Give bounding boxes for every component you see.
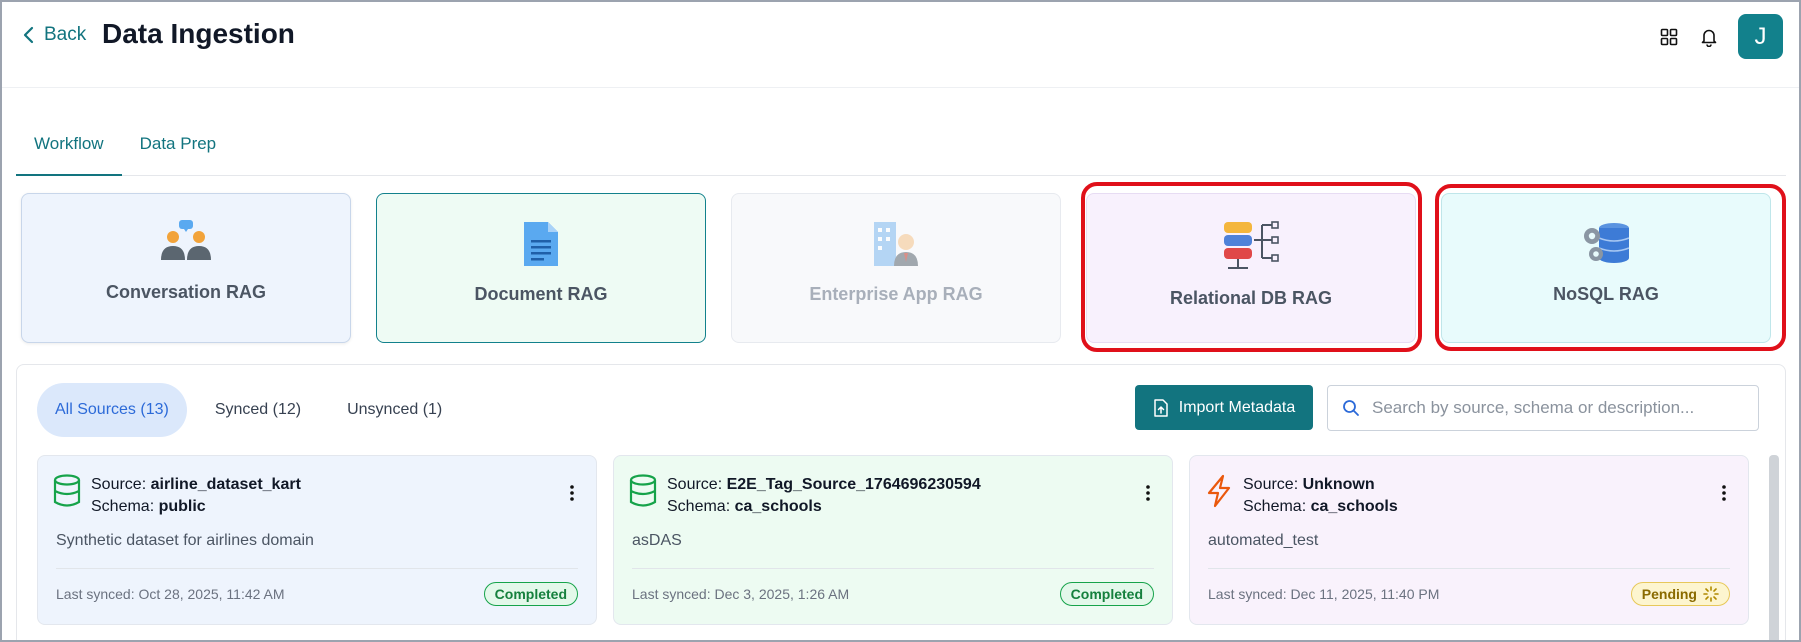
tab-bar: Workflow Data Prep [16,124,1786,176]
database-icon [53,474,81,507]
database-icon [629,474,657,507]
source-card[interactable]: Source: airline_dataset_kart Schema: pub… [37,455,597,625]
document-rag-label: Document RAG [474,284,608,304]
source-description: asDAS [632,532,682,549]
relational-db-rag-card[interactable]: Relational DB RAG [1086,193,1416,343]
filter-unsynced[interactable]: Unsynced (1) [329,383,460,437]
source-name: E2E_Tag_Source_1764696230594 [726,476,981,493]
source-meta: Source: E2E_Tag_Source_1764696230594 Sch… [667,474,981,518]
schema-name: ca_schools [1310,498,1398,515]
card-divider [632,568,1154,569]
filter-all-sources[interactable]: All Sources (13) [37,383,187,437]
card-divider [56,568,578,569]
nosql-rag-label: NoSQL RAG [1553,284,1659,304]
more-options-icon[interactable] [568,484,576,502]
chevron-left-icon [23,26,34,44]
source-name: airline_dataset_kart [150,476,301,493]
file-import-icon [1154,398,1168,417]
back-button[interactable]: Back [22,24,86,46]
schema-name: ca_schools [734,498,822,515]
source-meta: Source: Unknown Schema: ca_schools [1243,474,1398,518]
rag-type-cards: Conversation RAG Document RAG Enterprise… [21,193,1771,343]
search-input[interactable] [1372,398,1752,418]
enterprise-user-icon [874,222,918,266]
schema-prefix: Schema: [1243,498,1311,515]
source-description: Synthetic dataset for airlines domain [56,532,314,549]
people-chat-icon [161,220,211,260]
nosql-db-gear-icon [1584,223,1630,263]
conversation-rag-card[interactable]: Conversation RAG [21,193,351,343]
document-icon [524,222,558,266]
sources-panel: All Sources (13) Synced (12) Unsynced (1… [16,364,1786,642]
apps-grid-icon[interactable] [1658,26,1680,48]
source-card[interactable]: Source: E2E_Tag_Source_1764696230594 Sch… [613,455,1173,625]
schema-prefix: Schema: [91,498,159,515]
search-icon [1343,400,1359,416]
nosql-rag-card[interactable]: NoSQL RAG [1441,193,1771,343]
source-card[interactable]: Source: Unknown Schema: ca_schools autom… [1189,455,1749,625]
document-rag-card[interactable]: Document RAG [376,193,706,343]
more-options-icon[interactable] [1720,484,1728,502]
relational-db-rag-label: Relational DB RAG [1169,288,1333,308]
source-card-list: Source: airline_dataset_kart Schema: pub… [37,455,1749,625]
status-label: Completed [1070,586,1143,602]
enterprise-app-rag-label: Enterprise App RAG [809,284,983,304]
conversation-rag-label: Conversation RAG [105,282,267,302]
status-label: Completed [494,586,567,602]
tab-data-prep[interactable]: Data Prep [122,124,235,176]
status-badge: Completed [1059,582,1154,606]
source-filters: All Sources (13) Synced (12) Unsynced (1… [37,383,460,437]
lightning-icon [1207,474,1231,508]
status-badge: Completed [483,582,578,606]
status-label: Pending [1641,586,1697,602]
more-options-icon[interactable] [1144,484,1152,502]
filter-synced[interactable]: Synced (12) [197,383,319,437]
source-prefix: Source: [91,476,151,493]
source-meta: Source: airline_dataset_kart Schema: pub… [91,474,301,518]
source-name: Unknown [1302,476,1375,493]
vertical-scrollbar[interactable] [1769,455,1779,642]
search-box [1327,385,1759,431]
enterprise-app-rag-card[interactable]: Enterprise App RAG [731,193,1061,343]
header-actions: J [1658,14,1783,59]
spinner-icon [1703,586,1719,602]
tab-workflow[interactable]: Workflow [16,124,122,176]
back-label: Back [44,24,87,45]
relational-db-icon [1224,221,1279,269]
last-synced: Last synced: Dec 11, 2025, 11:40 PM [1208,586,1440,602]
schema-prefix: Schema: [667,498,735,515]
bell-icon[interactable] [1698,26,1720,48]
page-header: Back Data Ingestion J [0,0,1801,88]
page-title: Data Ingestion [102,18,295,49]
source-prefix: Source: [667,476,727,493]
schema-name: public [158,498,206,515]
card-divider [1208,568,1730,569]
status-badge: Pending [1630,582,1730,606]
last-synced: Last synced: Dec 3, 2025, 1:26 AM [632,586,850,602]
avatar[interactable]: J [1738,14,1783,59]
source-prefix: Source: [1243,476,1303,493]
source-description: automated_test [1208,532,1319,549]
import-metadata-button[interactable]: Import Metadata [1135,385,1313,430]
import-metadata-label: Import Metadata [1178,398,1296,416]
last-synced: Last synced: Oct 28, 2025, 11:42 AM [56,586,285,602]
